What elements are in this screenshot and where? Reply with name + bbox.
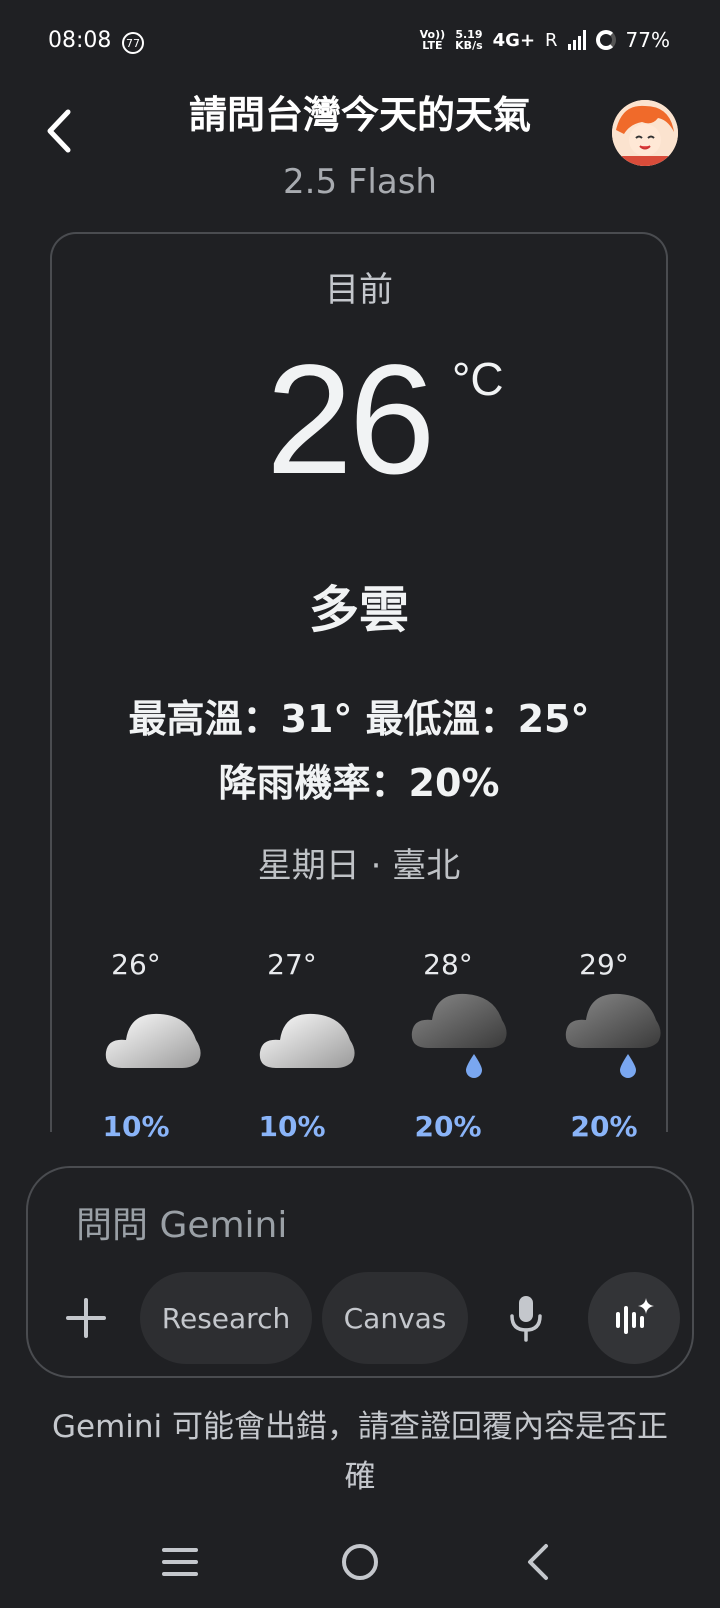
- home-circle-icon: [342, 1544, 378, 1580]
- system-back-button[interactable]: [524, 1542, 554, 1586]
- cloud-icon: [259, 1013, 355, 1068]
- current-label: 目前: [325, 270, 393, 310]
- hour-temp: 26°: [111, 948, 161, 981]
- microphone-icon: [510, 1296, 542, 1342]
- home-button[interactable]: [340, 1542, 380, 1586]
- rain-cloud-icon: [411, 993, 507, 1078]
- hour-temp: 27°: [267, 948, 317, 981]
- battery-icon: [595, 30, 616, 50]
- menu-icon: [162, 1548, 198, 1576]
- rain-cloud-icon: [565, 993, 661, 1078]
- hour-temp: 28°: [423, 948, 473, 981]
- model-selector[interactable]: 2.5 Flash: [0, 162, 720, 202]
- notification-count-badge: 77: [122, 32, 144, 54]
- hour-rain-pct: 20%: [570, 1110, 638, 1140]
- recent-apps-button[interactable]: [160, 1544, 200, 1584]
- avatar[interactable]: [612, 100, 678, 166]
- current-temperature: 26: [266, 333, 436, 507]
- live-sparkle-icon: [616, 1298, 654, 1334]
- disclaimer-text: Gemini 可能會出錯，請查證回覆內容是否正確: [51, 1409, 669, 1495]
- rain-probability: 降雨機率：20%: [218, 761, 500, 805]
- research-button[interactable]: Research: [140, 1272, 312, 1364]
- prompt-input[interactable]: 問問 Gemini: [76, 1196, 287, 1248]
- network-speed: 5.19 KB/s: [455, 28, 483, 52]
- plus-icon: [66, 1298, 106, 1338]
- weather-condition: 多雲: [309, 581, 409, 639]
- chevron-left-icon: [528, 1544, 548, 1580]
- status-icons: Vo)) LTE 5.19 KB/s 4G+ R 77%: [420, 28, 670, 52]
- temperature-unit: °C: [452, 353, 504, 405]
- hour-temp: 29°: [579, 948, 629, 981]
- high-low-temperature: 最高溫：31° 最低溫：25°: [128, 697, 590, 741]
- status-time: 08:08: [48, 28, 112, 53]
- signal-icon: [567, 30, 586, 50]
- battery-level: 77%: [625, 28, 670, 52]
- cloud-icon: [105, 1013, 201, 1068]
- gemini-live-button[interactable]: [588, 1272, 680, 1364]
- microphone-button[interactable]: [508, 1294, 544, 1342]
- volte-icon: Vo)) LTE: [419, 28, 446, 52]
- hour-rain-pct: 10%: [258, 1110, 326, 1140]
- canvas-button[interactable]: Canvas: [322, 1272, 468, 1364]
- add-attachment-button[interactable]: [62, 1294, 110, 1342]
- network-type: 4G+: [492, 29, 536, 51]
- hour-rain-pct: 10%: [102, 1110, 170, 1140]
- day-and-location: 星期日 · 臺北: [257, 846, 461, 886]
- hour-rain-pct: 20%: [414, 1110, 482, 1140]
- avatar-image: [612, 100, 678, 166]
- roaming-indicator: R: [545, 29, 558, 51]
- hourly-forecast[interactable]: 26° 10% 27° 10% 28° 20% 29° 20%: [52, 940, 666, 1140]
